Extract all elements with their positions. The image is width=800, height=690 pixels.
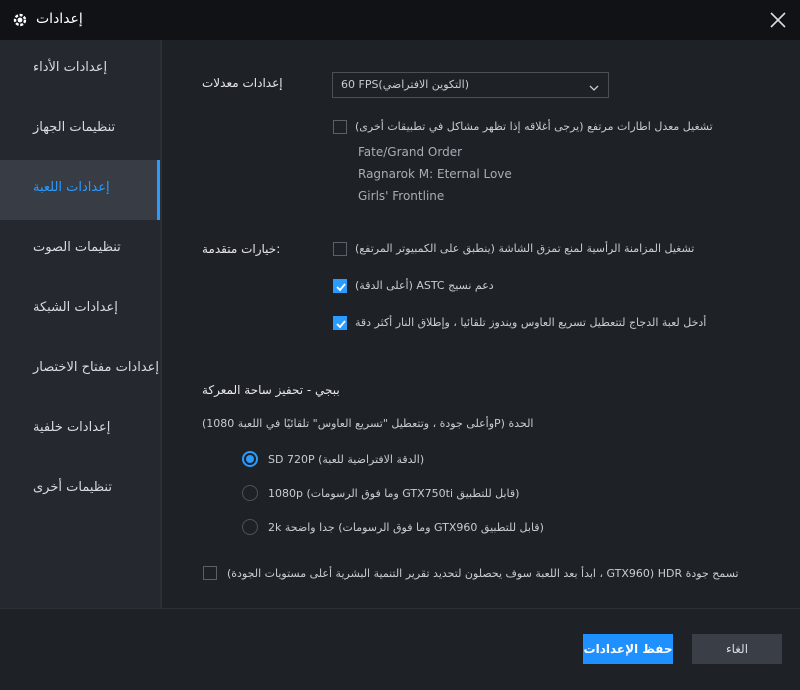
- high-fps-checkbox[interactable]: [333, 120, 347, 134]
- sidebar-item-device[interactable]: تنظيمات الجهاز: [0, 100, 160, 160]
- sidebar-item-performance[interactable]: إعدادات الأداء: [0, 40, 160, 100]
- sidebar-item-label: إعدادات خلفية: [33, 420, 111, 435]
- resolution-label-720p: SD 720P (الدقة الافتراضية للعبة): [268, 453, 425, 466]
- resolution-radio-720p[interactable]: [242, 451, 258, 467]
- sidebar-item-label: إعدادات مفتاح الاختصار: [33, 360, 160, 375]
- game-list-item: Ragnarok M: Eternal Love: [358, 167, 512, 181]
- astc-label: (أعلى الدقة) ASTC دعم نسيج: [355, 279, 494, 292]
- high-fps-label: (يرجى أغلاقه إذا تظهر مشاكل في تطبيقات أ…: [355, 120, 713, 133]
- pubg-note: (وأعلى جودة ، وتتعطيل "تسريع العاوس" تلق…: [202, 417, 534, 430]
- footer-divider: [0, 608, 800, 609]
- hdr-checkbox[interactable]: [203, 566, 217, 580]
- mouse-accel-checkbox[interactable]: [333, 316, 347, 330]
- fps-dropdown-value: 60 FPS(التكوين الافتراضي): [341, 78, 469, 91]
- sidebar-item-label: تنظيمات الصوت: [33, 240, 121, 255]
- resolution-label-1080p: 1080p (وما فوق الرسومات GTX750ti قابل لل…: [268, 487, 520, 500]
- game-list-item: Fate/Grand Order: [358, 145, 463, 159]
- fps-dropdown[interactable]: 60 FPS(التكوين الافتراضي): [332, 72, 609, 98]
- sidebar-item-background[interactable]: إعدادات خلفية: [0, 400, 160, 460]
- window-title: إعدادات: [36, 11, 83, 27]
- resolution-radio-2k[interactable]: [242, 519, 258, 535]
- sidebar: إعدادات الأداء تنظيمات الجهاز إعدادات ال…: [0, 40, 160, 608]
- advanced-options-label: خيارات متقدمة:: [202, 242, 281, 256]
- sidebar-item-label: تنظيمات أخرى: [33, 480, 112, 495]
- sidebar-item-label: تنظيمات الجهاز: [33, 120, 116, 135]
- sidebar-item-shortcuts[interactable]: إعدادات مفتاح الاختصار: [0, 340, 160, 400]
- sidebar-item-label: إعدادات الأداء: [33, 60, 108, 75]
- resolution-radio-1080p[interactable]: [242, 485, 258, 501]
- sidebar-item-label: إعدادات الشبكة: [33, 300, 118, 315]
- title-bar: إعدادات: [0, 0, 800, 40]
- save-settings-button[interactable]: حفظ الإعدادات: [583, 634, 673, 664]
- hdr-label: (ابدأ بعد اللعبة سوف يحصلون لتحديد تقرير…: [227, 567, 739, 580]
- vsync-label: (ينطبق على الكمبيوتر المرتفع) تشغيل المز…: [355, 242, 695, 255]
- frame-rate-label: إعدادات معدلات: [202, 76, 283, 90]
- vsync-checkbox[interactable]: [333, 242, 347, 256]
- sidebar-item-label: إعدادات اللعبة: [33, 180, 110, 195]
- astc-checkbox[interactable]: [333, 279, 347, 293]
- sidebar-item-other[interactable]: تنظيمات أخرى: [0, 460, 160, 520]
- pubg-section-title: ببجي - تحفيز ساحة المعركة: [202, 383, 340, 397]
- mouse-accel-label: أدخل لعبة الدجاج لتتعطيل تسريع العاوس وي…: [355, 316, 707, 329]
- sidebar-item-network[interactable]: إعدادات الشبكة: [0, 280, 160, 340]
- close-icon[interactable]: [768, 10, 788, 30]
- game-settings-panel: إعدادات معدلات 60 FPS(التكوين الافتراضي)…: [162, 40, 800, 608]
- chevron-down-icon: [588, 79, 600, 91]
- sidebar-item-game[interactable]: إعدادات اللعبة: [0, 160, 160, 220]
- gear-icon: [12, 12, 28, 28]
- sidebar-item-sound[interactable]: تنظيمات الصوت: [0, 220, 160, 280]
- resolution-label-2k: 2k جدا واضحة (وما فوق الرسومات GTX960 قا…: [268, 521, 544, 534]
- game-list-item: Girls' Frontline: [358, 189, 445, 203]
- cancel-button[interactable]: الغاء: [692, 634, 782, 664]
